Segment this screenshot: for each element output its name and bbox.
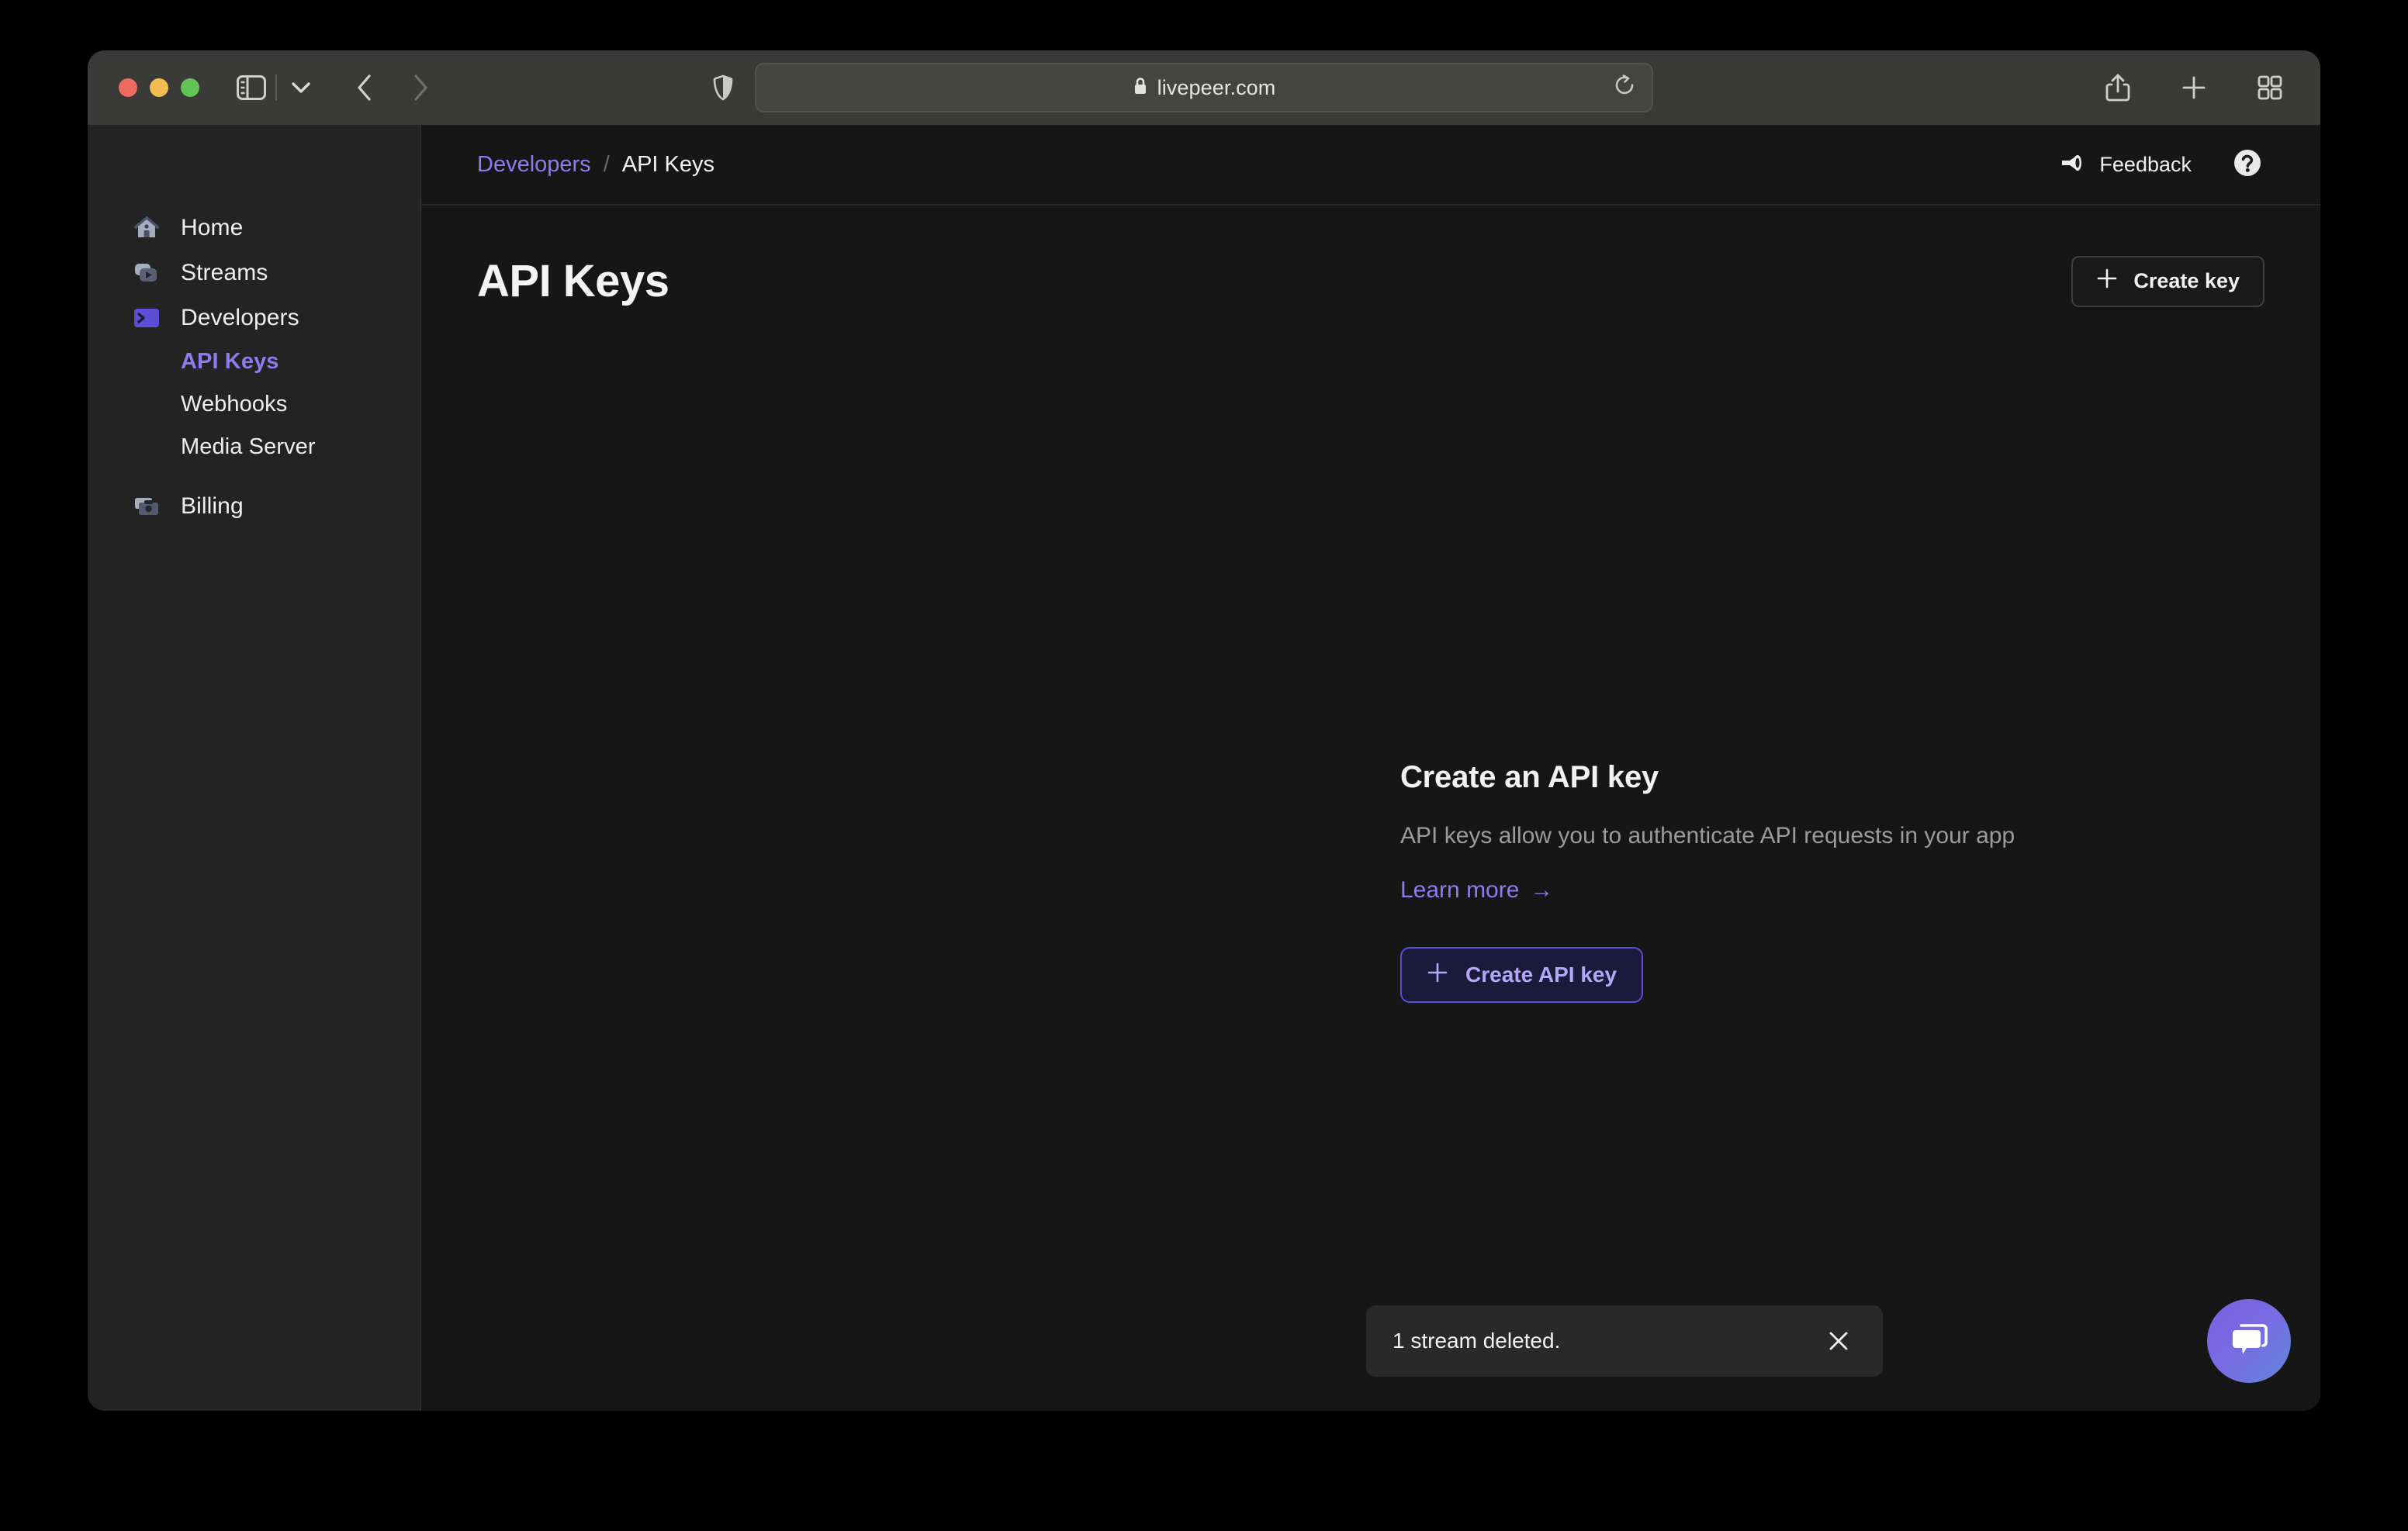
empty-state: Create an API key API keys allow you to …	[1400, 760, 2176, 1003]
plus-icon	[1427, 962, 1448, 989]
streams-icon	[133, 259, 161, 287]
empty-state-description: API keys allow you to authenticate API r…	[1400, 823, 2015, 848]
maximize-button[interactable]	[181, 78, 199, 97]
sidebar-item-label: Home	[181, 215, 244, 240]
navigation-arrows	[345, 68, 440, 107]
feedback-button[interactable]: Feedback	[2060, 153, 2192, 177]
chat-bubble-icon	[2228, 1318, 2270, 1364]
sidebar-item-label: Developers	[181, 305, 299, 330]
close-button[interactable]	[119, 78, 137, 97]
breadcrumb-separator: /	[603, 151, 610, 177]
chevron-down-icon[interactable]	[282, 68, 320, 107]
learn-more-link[interactable]: Learn more →	[1400, 877, 1553, 904]
url-text: livepeer.com	[1157, 75, 1276, 99]
main-content: Developers / API Keys Feedback API Keys …	[421, 125, 2320, 1411]
feedback-label: Feedback	[2099, 152, 2192, 176]
sidebar-toggle-group	[232, 68, 320, 107]
minimize-button[interactable]	[150, 78, 168, 97]
arrow-right-icon: →	[1530, 877, 1554, 903]
breadcrumb-developers-link[interactable]: Developers	[477, 152, 591, 178]
sidebar-item-home[interactable]: Home	[88, 206, 420, 251]
sidebar: Home Streams Developers API Keys Webhook…	[88, 125, 421, 1411]
page-header: API Keys Create key	[477, 206, 2264, 307]
breadcrumb-current: API Keys	[621, 151, 715, 177]
toolbar-divider	[275, 74, 277, 101]
content-area: API Keys Create key Create an API key AP…	[421, 206, 2320, 1411]
sidebar-item-label: Media Server	[181, 434, 316, 459]
sidebar-item-billing[interactable]: Billing	[88, 484, 420, 529]
sidebar-item-streams[interactable]: Streams	[88, 251, 420, 295]
sidebar-item-webhooks[interactable]: Webhooks	[88, 383, 420, 426]
breadcrumb: Developers / API Keys	[477, 152, 714, 178]
chat-widget-button[interactable]	[2207, 1299, 2291, 1383]
developers-terminal-icon	[133, 304, 161, 332]
toast-message: 1 stream deleted.	[1393, 1329, 1561, 1353]
chevron-right-icon[interactable]	[401, 68, 440, 107]
close-icon[interactable]	[1821, 1323, 1856, 1359]
create-api-key-label: Create API key	[1465, 962, 1617, 987]
sidebar-item-developers[interactable]: Developers	[88, 295, 420, 340]
sidebar-toggle-icon[interactable]	[232, 68, 271, 107]
sidebar-item-api-keys[interactable]: API Keys	[88, 340, 420, 383]
chevron-left-icon[interactable]	[345, 68, 384, 107]
plus-icon	[2096, 268, 2118, 295]
empty-state-title: Create an API key	[1400, 760, 1659, 794]
sidebar-item-label: Webhooks	[181, 392, 288, 416]
top-bar: Developers / API Keys Feedback	[421, 125, 2320, 206]
create-api-key-button[interactable]: Create API key	[1400, 947, 1644, 1003]
top-bar-actions: Feedback	[2060, 147, 2263, 182]
sidebar-item-label: Streams	[181, 260, 268, 285]
help-circle-icon[interactable]	[2232, 147, 2263, 182]
browser-actions	[2098, 68, 2289, 107]
shield-icon[interactable]	[704, 68, 742, 107]
lock-icon	[1133, 76, 1148, 100]
tab-overview-icon[interactable]	[2251, 68, 2289, 107]
megaphone-icon	[2060, 153, 2087, 177]
plus-icon[interactable]	[2174, 68, 2213, 107]
address-bar[interactable]: livepeer.com	[755, 63, 1653, 112]
billing-wallet-icon	[133, 492, 161, 520]
sidebar-item-label: Billing	[181, 493, 244, 519]
browser-window: livepeer.com Home Streams Developers API…	[88, 50, 2320, 1411]
reload-icon[interactable]	[1614, 74, 1636, 102]
page-title: API Keys	[477, 256, 669, 306]
sidebar-item-media-server[interactable]: Media Server	[88, 426, 420, 468]
browser-toolbar: livepeer.com	[88, 50, 2320, 125]
create-key-label: Create key	[2133, 269, 2240, 292]
sidebar-item-label: API Keys	[181, 349, 279, 374]
toast-notification: 1 stream deleted.	[1366, 1305, 1883, 1377]
app-body: Home Streams Developers API Keys Webhook…	[88, 125, 2320, 1411]
share-icon[interactable]	[2098, 68, 2137, 107]
home-icon	[133, 214, 161, 242]
learn-more-label: Learn more	[1400, 877, 1520, 903]
create-key-button[interactable]: Create key	[2071, 255, 2264, 307]
traffic-lights	[119, 78, 199, 97]
